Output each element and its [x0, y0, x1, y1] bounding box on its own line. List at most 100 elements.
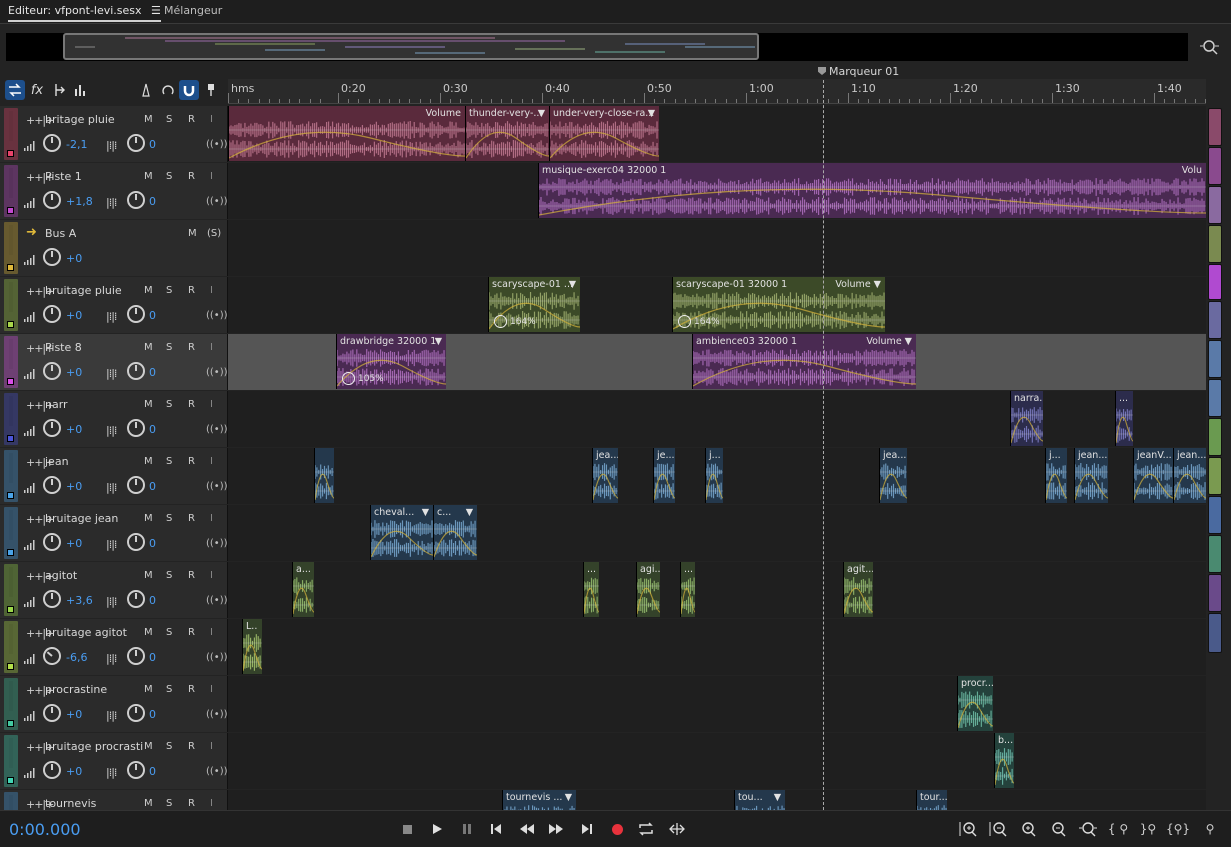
- audio-clip[interactable]: jeanV...: [1133, 448, 1173, 503]
- monitor-input-button[interactable]: I: [210, 456, 213, 467]
- track-color-strip[interactable]: [4, 393, 18, 445]
- rail-track-swatch[interactable]: [1208, 496, 1222, 534]
- clip-volume-menu[interactable]: ▼: [538, 108, 545, 119]
- audio-clip[interactable]: musique-exerc04 32000 1 Volu: [538, 163, 1206, 218]
- zoom-in-time-icon[interactable]: [1016, 819, 1040, 839]
- solo-button[interactable]: S: [166, 171, 172, 182]
- session-overview[interactable]: [6, 33, 1188, 61]
- pan-value[interactable]: 0: [149, 594, 156, 607]
- rail-track-swatch[interactable]: [1208, 147, 1222, 185]
- mute-button[interactable]: M: [144, 798, 153, 809]
- track-lane[interactable]: musique-exerc04 32000 1 Volu: [228, 163, 1206, 219]
- monitor-input-button[interactable]: I: [210, 171, 213, 182]
- audio-clip[interactable]: j...: [705, 448, 723, 503]
- solo-button[interactable]: S: [166, 741, 172, 752]
- drag-grip-icon[interactable]: [9, 168, 13, 198]
- track-lane[interactable]: L..: [228, 619, 1206, 675]
- pan-knob[interactable]: [127, 704, 145, 722]
- input-monitor-icon[interactable]: ((•)): [206, 538, 228, 549]
- track[interactable]: ++|+ bruitage agitot M SRI -6,6 |⁞|⁞ 0 ((…: [0, 619, 1206, 675]
- pan-knob[interactable]: [127, 305, 145, 323]
- pan-knob[interactable]: [127, 191, 145, 209]
- audio-clip[interactable]: agit...: [843, 562, 873, 617]
- track-color-swatch[interactable]: [7, 321, 14, 328]
- track[interactable]: ++|+ bruitage pluie M SRI +0 |⁞|⁞ 0 ((•))…: [0, 277, 1206, 333]
- monitor-input-button[interactable]: I: [210, 684, 213, 695]
- track[interactable]: ++|+ agitot M SRI +3,6 |⁞|⁞ 0 ((•)) a... …: [0, 562, 1206, 618]
- input-monitor-icon[interactable]: ((•)): [206, 652, 228, 663]
- pan-value[interactable]: 0: [149, 138, 156, 151]
- volume-knob[interactable]: [43, 590, 61, 608]
- volume-value[interactable]: +0: [66, 309, 82, 322]
- volume-value[interactable]: -6,6: [66, 651, 87, 664]
- monitor-input-button[interactable]: I: [210, 741, 213, 752]
- pan-value[interactable]: 0: [149, 708, 156, 721]
- track-header[interactable]: ++|+ jean M SRI +0 |⁞|⁞ 0 ((•)): [0, 448, 228, 504]
- input-monitor-icon[interactable]: ((•)): [206, 367, 228, 378]
- track[interactable]: ++|+ procrastine M SRI +0 |⁞|⁞ 0 ((•)) pr…: [0, 676, 1206, 732]
- solo-button[interactable]: S: [166, 399, 172, 410]
- solo-button[interactable]: S: [166, 342, 172, 353]
- track-header[interactable]: ++|+ bruitage agitot M SRI -6,6 |⁞|⁞ 0 ((…: [0, 619, 228, 675]
- zoom-out-time-icon[interactable]: [1046, 819, 1070, 839]
- track-color-swatch[interactable]: [7, 378, 14, 385]
- clip-volume-menu[interactable]: ▼: [466, 507, 473, 518]
- zoom-to-selection-icon[interactable]: [1199, 37, 1221, 57]
- track-header[interactable]: ++|+ bruitage pluie M SRI +0 |⁞|⁞ 0 ((•)): [0, 277, 228, 333]
- record-arm-button[interactable]: R: [188, 684, 195, 695]
- volume-value[interactable]: +0: [66, 252, 82, 265]
- rail-track-swatch[interactable]: [1208, 108, 1222, 146]
- volume-knob[interactable]: [39, 643, 65, 669]
- pan-value[interactable]: 0: [149, 765, 156, 778]
- clip-volume-menu[interactable]: Volu: [1182, 165, 1202, 176]
- pan-knob[interactable]: [127, 533, 145, 551]
- mute-button[interactable]: M: [144, 627, 153, 638]
- pause-icon[interactable]: [457, 819, 477, 839]
- track-lane[interactable]: cheval... ▼ c... ▼: [228, 505, 1206, 561]
- record-arm-button[interactable]: R: [188, 627, 195, 638]
- audio-clip[interactable]: drawbridge 32000 1 ▼ 105%: [336, 334, 446, 389]
- track[interactable]: ➜ Bus A M (S) +0: [0, 220, 1206, 276]
- pan-knob[interactable]: [127, 362, 145, 380]
- rail-track-swatch[interactable]: [1208, 225, 1222, 263]
- volume-knob[interactable]: [43, 533, 61, 551]
- clip-volume-menu[interactable]: ▼: [569, 279, 576, 290]
- monitor-input-button[interactable]: I: [210, 399, 213, 410]
- record-arm-button[interactable]: R: [188, 342, 195, 353]
- mute-button[interactable]: M: [144, 399, 153, 410]
- input-monitor-icon[interactable]: ((•)): [206, 709, 228, 720]
- current-time-display[interactable]: 0:00.000: [9, 820, 81, 839]
- eq-icon[interactable]: [70, 80, 90, 100]
- audio-clip[interactable]: jean...: [1173, 448, 1206, 503]
- pan-value[interactable]: 0: [149, 195, 156, 208]
- rail-track-swatch[interactable]: [1208, 457, 1222, 495]
- timeline-ruler[interactable]: hms 0:20 0:30 0:40 0:50 1:00 1:10 1:20 1:30 1:40: [228, 79, 1206, 104]
- track-lane[interactable]: drawbridge 32000 1 ▼ 105% ambience03 320…: [228, 334, 1206, 390]
- mute-button[interactable]: M: [144, 114, 153, 125]
- track-color-strip[interactable]: [4, 507, 18, 559]
- audio-clip[interactable]: jea...: [592, 448, 618, 503]
- loop-playback-icon[interactable]: [636, 819, 656, 839]
- rail-track-swatch[interactable]: [1208, 574, 1222, 612]
- pan-knob[interactable]: [127, 647, 145, 665]
- track[interactable]: ++|+ narr M SRI +0 |⁞|⁞ 0 ((•)) narra... …: [0, 391, 1206, 447]
- rewind-icon[interactable]: [517, 819, 537, 839]
- track-header[interactable]: ++|+ britage pluie M SRI -2,1 |⁞|⁞ 0 ((•)…: [0, 106, 228, 162]
- monitor-input-button[interactable]: I: [210, 513, 213, 524]
- input-monitor-icon[interactable]: ((•)): [206, 481, 228, 492]
- audio-clip[interactable]: b...: [994, 733, 1014, 788]
- clip-volume-menu[interactable]: ▼: [565, 792, 572, 803]
- track-name[interactable]: Piste 1: [45, 170, 82, 183]
- clip-volume-menu[interactable]: Volume: [426, 108, 461, 119]
- clip-volume-menu[interactable]: ▼: [774, 792, 781, 803]
- zoom-out-full-icon[interactable]: [1076, 819, 1100, 839]
- mute-button[interactable]: M: [144, 513, 153, 524]
- loop-icon[interactable]: [158, 80, 178, 100]
- track-lane[interactable]: b...: [228, 733, 1206, 789]
- track-lane[interactable]: Volume thunder-very-... ▼ under-very-clo…: [228, 106, 1206, 162]
- track-lane[interactable]: jea... je... j... jea... j... jean... je…: [228, 448, 1206, 504]
- volume-knob[interactable]: [43, 248, 61, 266]
- track-color-strip[interactable]: [4, 165, 18, 217]
- track-name[interactable]: narr: [45, 398, 68, 411]
- track-color-rail[interactable]: [1208, 108, 1222, 810]
